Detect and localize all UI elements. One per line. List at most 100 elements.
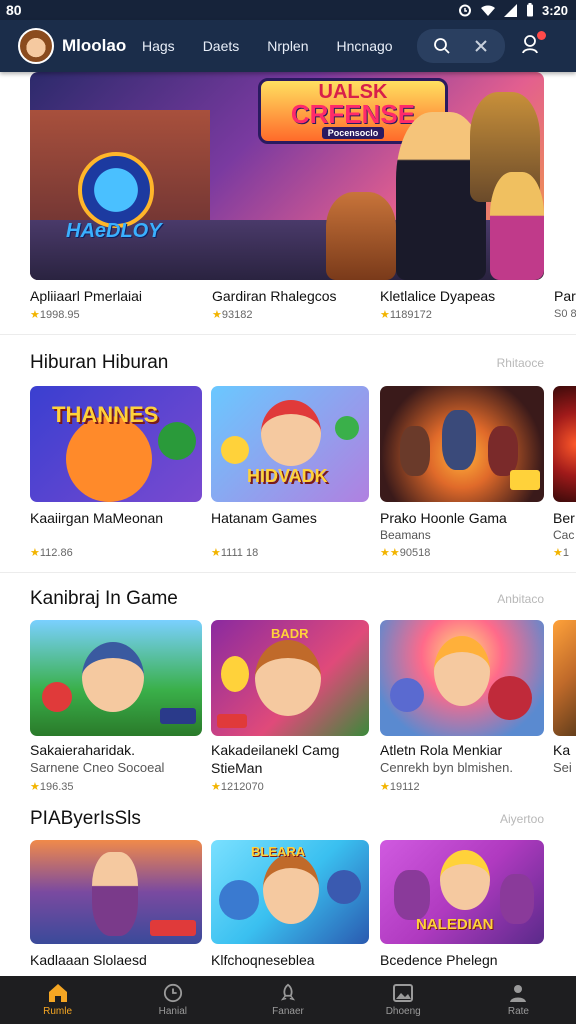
game-thumbnail <box>30 840 202 944</box>
rocket-icon <box>280 983 296 1001</box>
section-divider <box>0 334 576 335</box>
game-subtitle: StieMan <box>211 760 263 776</box>
nav-links: Hags Daets Nrplen Hncnago <box>142 38 423 54</box>
game-rating: ★★90518 <box>380 547 431 559</box>
star-icon: ★ <box>30 781 40 793</box>
game-subtitle: Beamans <box>380 528 431 542</box>
search-pill[interactable] <box>416 29 505 63</box>
thumb-character <box>394 870 430 920</box>
game-title: Ka <box>553 742 571 758</box>
nav-link-4[interactable]: Hncnago <box>337 38 393 54</box>
thumb-character <box>500 874 534 924</box>
game-rating: ★1111 18 <box>211 547 259 559</box>
status-icons: 3:20 <box>458 3 568 18</box>
hero-logo-sub: Pocensoclo <box>321 127 385 139</box>
section-see-more[interactable]: Anbitaco <box>497 592 544 606</box>
alarm-icon <box>458 4 471 17</box>
nav-link-1[interactable]: Hags <box>142 38 175 54</box>
search-icon[interactable] <box>433 37 451 55</box>
game-rating: ★19112 <box>380 781 420 793</box>
game-title: Kadlaaan Slolaesd <box>30 952 147 968</box>
hero-title-3[interactable]: Kletlalice Dyapeas <box>380 288 495 304</box>
thumb-character <box>488 676 532 720</box>
section-see-more[interactable]: Rhitaoce <box>497 356 544 370</box>
star-icon: ★ <box>380 309 390 321</box>
section-divider <box>0 572 576 573</box>
game-thumbnail <box>380 620 544 736</box>
section-title: PIAByerIsSls <box>30 808 141 829</box>
thumb-character <box>255 640 321 716</box>
clock-icon <box>163 983 182 1003</box>
section-hiburan: Hiburan Hiburan Rhitaoce THANNES Kaaiirg… <box>0 334 576 574</box>
hero-title-2[interactable]: Gardiran Rhalegcos <box>212 288 337 304</box>
game-rating: ★196.35 <box>30 781 74 793</box>
game-title: Hatanam Games <box>211 510 317 526</box>
thumb-badge <box>217 714 247 728</box>
game-thumbnail: BLEARA <box>211 840 369 944</box>
thumb-character <box>488 426 518 476</box>
game-thumbnail: NALEDIAN <box>380 840 544 944</box>
bottom-nav-explore[interactable]: Fanaer <box>230 976 345 1024</box>
thumb-character <box>158 422 196 460</box>
bottom-nav-label: Hanial <box>158 1006 187 1017</box>
game-subtitle: Cac <box>553 528 575 542</box>
thumb-character <box>82 642 144 712</box>
game-thumbnail: BADR <box>211 620 369 736</box>
section-title: Kanibraj In Game <box>30 588 178 609</box>
thumb-character <box>327 870 361 904</box>
game-subtitle: Cenrekh byn blmishen. <box>380 760 513 775</box>
hero-game-badge <box>78 152 154 228</box>
thumb-badge <box>160 708 196 724</box>
home-icon <box>48 984 67 1002</box>
hero-rating-1: ★1998.95 <box>30 309 80 321</box>
avatar[interactable] <box>18 28 54 64</box>
hero-next-peek <box>554 72 576 280</box>
nav-link-3[interactable]: Nrplen <box>267 38 308 54</box>
status-left-text: 80 <box>6 2 22 18</box>
star-icon: ★★ <box>380 547 400 559</box>
thumb-character <box>42 682 72 712</box>
signal-icon <box>503 3 517 17</box>
close-icon[interactable] <box>473 38 489 54</box>
hero-character-1 <box>326 192 396 280</box>
thumb-art-text: HIDVADK <box>247 466 328 486</box>
bottom-nav-label: Fanaer <box>272 1006 304 1017</box>
notification-button[interactable] <box>521 30 546 60</box>
thumb-art-text: THANNES <box>52 402 159 427</box>
hero-title-4[interactable]: Par <box>554 288 576 304</box>
notification-dot <box>536 30 546 40</box>
profile-icon <box>510 985 527 1002</box>
bottom-nav-home[interactable]: Rumle <box>0 976 115 1024</box>
bottom-nav-history[interactable]: Hanial <box>115 976 230 1024</box>
hero-banner[interactable]: HAeDLOY UALSK CRFENSE Pocensoclo <box>30 72 544 280</box>
game-thumbnail <box>553 620 576 736</box>
game-thumbnail: HIDVADK <box>211 386 369 502</box>
main-content: HAeDLOY UALSK CRFENSE Pocensoclo Apliiaa… <box>0 72 576 976</box>
bottom-nav-label: Dhoeng <box>385 1006 421 1017</box>
star-icon: ★ <box>211 781 221 793</box>
hero-logo-line2: CRFENSE <box>290 99 416 129</box>
status-bar: 80 3:20 <box>0 0 576 20</box>
game-thumbnail <box>30 620 202 736</box>
star-icon: ★ <box>30 547 40 559</box>
thumb-character <box>221 656 249 692</box>
game-title: Sakaieraharidak. <box>30 742 136 758</box>
nav-link-2[interactable]: Daets <box>203 38 240 54</box>
image-icon <box>393 984 414 1002</box>
thumb-art-text: BLEARA <box>251 844 306 859</box>
bottom-nav-profile[interactable]: Rate <box>461 976 576 1024</box>
thumb-art-text: NALEDIAN <box>416 916 494 933</box>
game-rating: ★112.86 <box>30 547 73 559</box>
thumb-character <box>335 416 359 440</box>
hero-rating-3: ★1189172 <box>380 309 432 321</box>
hero-badge-text: HAeDLOY <box>66 220 162 242</box>
game-title: Klfchoqneseblea <box>211 952 315 968</box>
thumb-badge <box>510 470 540 490</box>
section-see-more[interactable]: Aiyertoo <box>500 812 544 826</box>
bottom-nav-gallery[interactable]: Dhoeng <box>346 976 461 1024</box>
game-thumbnail: THANNES <box>30 386 202 502</box>
hero-title-1[interactable]: Apliiaarl Pmerlaiai <box>30 288 142 304</box>
game-rating: ★1212070 <box>211 781 264 793</box>
app-brand: Mloolao <box>62 36 127 55</box>
hero-row: HAeDLOY UALSK CRFENSE Pocensoclo Apliiaa… <box>0 72 576 332</box>
